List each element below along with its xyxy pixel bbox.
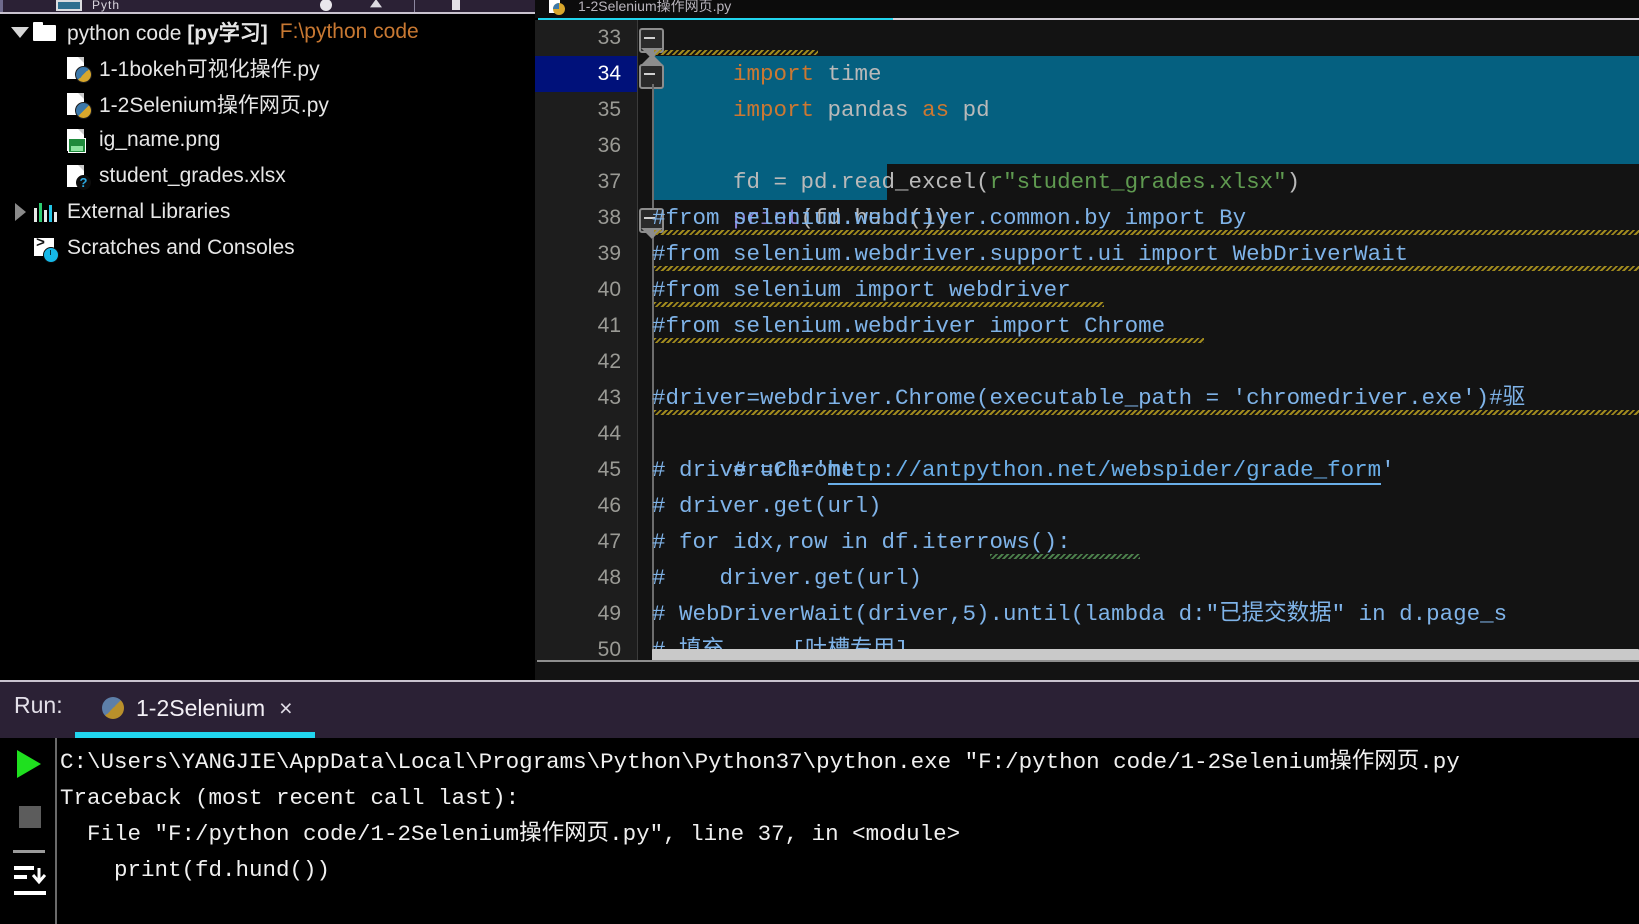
project-tree[interactable]: python code [py学习] F:\python code 1-1bokeh… [0,14,535,680]
line-number: 40 [535,272,621,308]
code-editor[interactable]: 33 34 35 36 37 38 39 40 41 42 43 44 45 4… [535,20,1639,680]
comment-text: ' [1381,457,1395,483]
project-toolbar-strip: Pyth [0,0,535,12]
console-line: File "F:/python code/1-2Selenium操作网页.py"… [60,816,960,852]
scroll-to-end-icon[interactable] [14,866,46,896]
run-toolbar[interactable] [0,738,55,924]
tree-item-3[interactable]: ig_name.png [0,122,535,158]
code-text: ) [1287,169,1301,195]
project-panel-icon[interactable] [56,0,82,11]
line-number: 48 [535,560,621,596]
line-number: 43 [535,380,621,416]
python-file-icon [548,0,566,16]
hide-panel-icon[interactable] [452,0,460,10]
tree-item-label: Scratches and Consoles [67,236,295,260]
unknown-file-icon: ? [64,163,90,189]
tree-item-label: External Libraries [67,200,230,224]
stop-icon[interactable] [19,806,41,828]
tree-item-label: 1-2Selenium操作网页.py [99,89,329,119]
line-number: 47 [535,524,621,560]
line-number: 39 [535,236,621,272]
warning-underline-33 [654,50,818,55]
typo-underline-47 [990,554,1140,559]
code-text: pd [949,97,990,123]
python-file-icon [64,91,90,117]
tree-item-5[interactable]: External Libraries [0,194,535,230]
line-number: 46 [535,488,621,524]
line-number: 45 [535,452,621,488]
close-icon[interactable]: × [279,695,292,722]
line-number: 35 [535,92,621,128]
tree-item-1[interactable]: 1-1bokeh可视化操作.py [0,50,535,86]
tree-item-label: ig_name.png [99,128,220,152]
line-number: 44 [535,416,621,452]
chevron-right-icon[interactable] [8,203,32,221]
toolbar-divider [414,0,415,12]
toolbar-accent [0,0,3,12]
tree-item-6[interactable]: Scratches and Consoles [0,230,535,266]
code-line-48[interactable]: # driver.get(url) [652,560,922,596]
tree-item-2[interactable]: 1-2Selenium操作网页.py [0,86,535,122]
collapse-icon[interactable] [370,0,382,11]
gear-icon[interactable] [320,0,332,11]
code-line-44[interactable]: # url='http://antpython.net/webspider/gr… [652,416,1395,452]
console-line: Traceback (most recent call last): [60,780,519,816]
code-line-46[interactable]: # driver.get(url) [652,488,882,524]
tree-item-label: 1-1bokeh可视化操作.py [99,53,320,83]
toolbar-divider [13,850,45,853]
tree-item-label: python code [py学习] [67,17,268,47]
keyword-as: as [922,97,949,123]
console-line: C:\Users\YANGJIE\AppData\Local\Programs\… [60,744,1460,780]
editor-bottom-pad [535,660,1639,680]
url-link[interactable]: http://antpython.net/webspider/grade_for… [828,457,1382,485]
image-file-icon [64,127,90,153]
string-literal: r"student_grades.xlsx" [990,169,1287,195]
editor-tab-title[interactable]: 1-2Selenium操作网页.py [578,0,731,16]
console-line: print(fd.hund()) [60,852,330,888]
code-text: pandas [814,97,922,123]
run-toolbar-separator [55,738,57,924]
line-number: 33 [535,20,621,56]
run-icon[interactable] [17,750,41,778]
tree-item-label: student_grades.xlsx [99,164,286,188]
chevron-down-icon[interactable] [8,27,32,38]
line-number: 49 [535,596,621,632]
keyword-import: import [733,97,814,123]
warning-underline-43 [654,410,1639,415]
run-panel: Run: 1-2Selenium × [0,680,1639,924]
warning-underline-40 [654,302,1104,307]
run-tab-label: 1-2Selenium [136,695,265,722]
line-number: 37 [535,164,621,200]
libraries-icon [32,199,58,225]
tree-item-4[interactable]: ? student_grades.xlsx [0,158,535,194]
line-number: 42 [535,344,621,380]
python-file-icon [64,55,90,81]
run-tab[interactable]: 1-2Selenium × [100,690,293,726]
code-line-34[interactable]: import pandas as pd [652,56,990,92]
tree-item-path: F:\python code [280,20,419,44]
project-panel-label: Pyth [92,0,120,12]
console-output[interactable]: C:\Users\YANGJIE\AppData\Local\Programs\… [0,738,1639,924]
ide-window: Pyth 1-2Selenium操作网页.py python code [py学… [0,0,1639,924]
run-panel-label: Run: [14,692,63,719]
line-number: 41 [535,308,621,344]
code-line-45[interactable]: # driver=Chrome [652,452,855,488]
warning-underline-39 [654,266,1639,271]
code-line-37[interactable]: print(fd.hund()) [652,164,949,200]
tree-item-module: [py学习] [187,22,268,45]
run-panel-top-edge [0,680,1639,682]
line-number: 36 [535,128,621,164]
folder-icon [32,19,58,45]
code-line-36[interactable]: fd = pd.read_excel(r"student_grades.xlsx… [652,128,1300,164]
scratches-icon [32,235,58,261]
code-line-49[interactable]: # WebDriverWait(driver,5).until(lambda d… [652,596,1507,632]
tree-item-0[interactable]: python code [py学习] F:\python code [0,14,535,50]
editor-bottom-edge [537,660,1639,662]
line-number-current: 34 [535,56,621,92]
line-number: 38 [535,200,621,236]
python-icon [100,695,126,721]
warning-underline-41 [654,338,1204,343]
warning-underline-38 [654,230,1639,235]
